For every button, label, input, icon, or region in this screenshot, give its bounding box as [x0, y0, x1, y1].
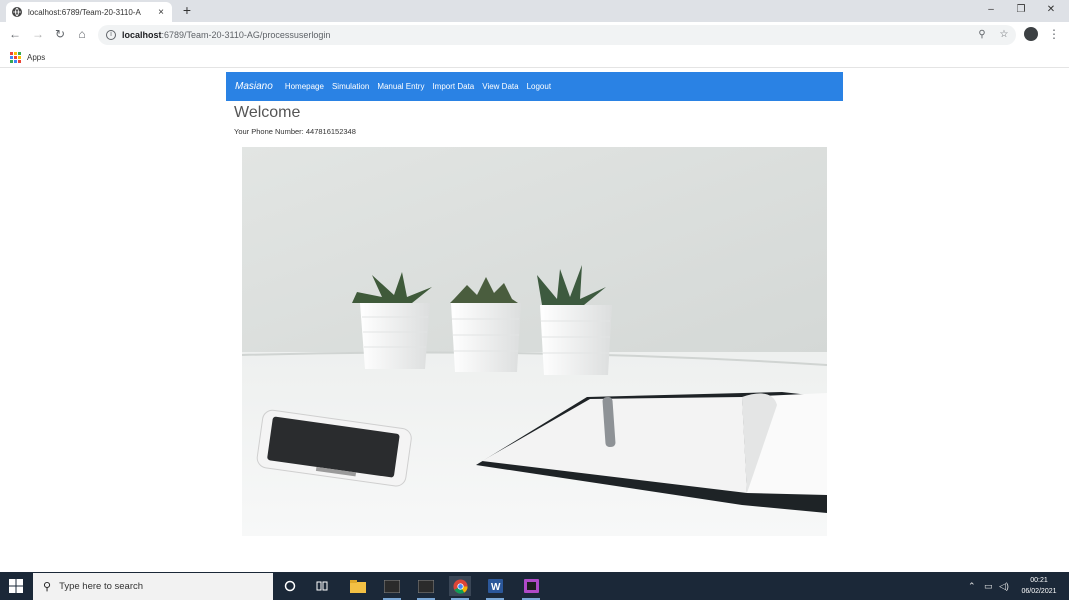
desk-scene-illustration: [242, 147, 827, 536]
task-view-icon[interactable]: [311, 576, 333, 596]
apps-label: Apps: [27, 53, 46, 62]
restore-button[interactable]: ❐: [1006, 2, 1036, 18]
nav-link-logout[interactable]: Logout: [527, 82, 551, 91]
clock-time: 00:21: [1030, 577, 1048, 584]
volume-icon[interactable]: ◁): [999, 580, 1009, 592]
taskbar-search-box[interactable]: ⚲ Type here to search: [33, 573, 273, 600]
hero-image: [242, 147, 827, 536]
menu-icon[interactable]: ⋮: [1048, 27, 1060, 41]
word-icon[interactable]: W: [484, 576, 506, 600]
url-host: localhost: [122, 30, 162, 40]
clock-date: 06/02/2021: [1021, 588, 1057, 595]
windows-taskbar: ⚲ Type here to search W ⌃ ▭ ◁) 00:21 06/…: [0, 572, 1069, 600]
cortana-icon[interactable]: [279, 576, 301, 596]
nav-link-import-data[interactable]: Import Data: [432, 82, 474, 91]
browser-tab-strip: localhost:6789/Team-20-3110-A × + – ❐ ✕: [0, 0, 1069, 22]
network-icon[interactable]: ▭: [984, 580, 993, 592]
tray-chevron-icon[interactable]: ⌃: [968, 580, 976, 592]
new-tab-button[interactable]: +: [180, 3, 194, 17]
svg-text:W: W: [491, 582, 501, 593]
browser-toolbar: ← → ↻ ⌂ i localhost :6789/Team-20-3110-A…: [0, 22, 1069, 48]
address-bar[interactable]: i localhost :6789/Team-20-3110-AG/proces…: [98, 25, 1016, 45]
home-icon[interactable]: ⌂: [75, 27, 89, 41]
zoom-icon[interactable]: ⚲: [976, 29, 988, 41]
windows-start-icon[interactable]: [9, 579, 23, 593]
close-window-button[interactable]: ✕: [1036, 2, 1066, 18]
site-navbar: Masiano Homepage Simulation Manual Entry…: [226, 72, 843, 101]
phone-number-text: Your Phone Number: 447816152348: [234, 127, 356, 136]
browser-tab[interactable]: localhost:6789/Team-20-3110-A ×: [6, 2, 172, 22]
url-path: :6789/Team-20-3110-AG/processuserlogin: [161, 30, 331, 40]
search-placeholder: Type here to search: [59, 581, 144, 592]
globe-icon: [12, 7, 22, 17]
ide-icon[interactable]: [520, 576, 542, 600]
reload-icon[interactable]: ↻: [53, 27, 67, 41]
apps-grid-icon: [10, 52, 21, 63]
system-clock[interactable]: 00:21 06/02/2021: [1014, 575, 1064, 597]
search-icon: ⚲: [43, 581, 52, 593]
tab-title: localhost:6789/Team-20-3110-A: [28, 7, 141, 17]
forward-icon[interactable]: →: [31, 27, 45, 41]
nav-link-simulation[interactable]: Simulation: [332, 82, 369, 91]
nav-link-manual-entry[interactable]: Manual Entry: [377, 82, 424, 91]
brand-logo[interactable]: Masiano: [235, 81, 273, 92]
file-explorer-icon[interactable]: [347, 576, 369, 596]
profile-icon[interactable]: [1024, 27, 1038, 41]
chrome-icon[interactable]: [449, 576, 471, 600]
nav-link-homepage[interactable]: Homepage: [285, 82, 324, 91]
page-title: Welcome: [234, 104, 301, 121]
nav-link-view-data[interactable]: View Data: [482, 82, 518, 91]
minimize-button[interactable]: –: [976, 2, 1006, 18]
apps-shortcut[interactable]: Apps: [10, 52, 45, 63]
star-icon[interactable]: ☆: [998, 29, 1010, 41]
bookmarks-bar: Apps: [0, 48, 1069, 68]
info-icon[interactable]: i: [106, 30, 116, 40]
terminal-icon[interactable]: [415, 576, 437, 600]
terminal-icon[interactable]: [381, 576, 403, 600]
tab-close-icon[interactable]: ×: [156, 7, 166, 18]
back-icon[interactable]: ←: [8, 27, 22, 41]
